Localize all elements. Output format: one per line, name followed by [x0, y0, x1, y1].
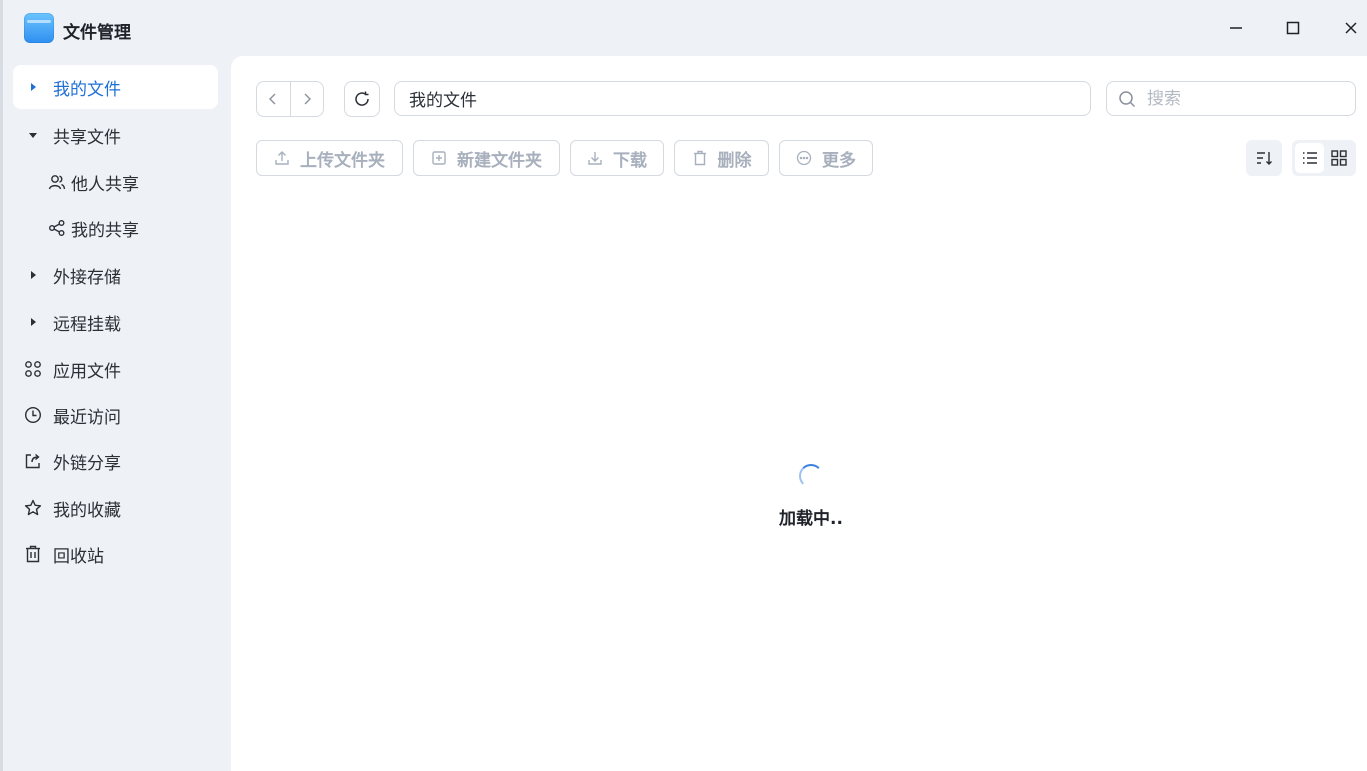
delete-label: 删除: [717, 150, 752, 171]
minimize-icon: [1230, 27, 1242, 29]
sidebar-item-app-files[interactable]: 应用文件: [13, 347, 218, 391]
refresh-button[interactable]: [344, 81, 380, 117]
delete-button[interactable]: 删除: [674, 140, 769, 176]
sidebar-item-favorites[interactable]: 我的收藏: [13, 486, 218, 530]
star-icon: [13, 499, 53, 517]
sidebar-item-external-storage[interactable]: 外接存储: [13, 253, 218, 297]
path-bar[interactable]: 我的文件: [394, 81, 1091, 116]
sidebar-item-my-shares[interactable]: 我的共享: [43, 206, 218, 250]
maximize-button[interactable]: [1279, 14, 1307, 42]
list-icon: [1302, 152, 1317, 164]
sidebar-item-label: 我的文件: [53, 79, 121, 100]
main-panel: 我的文件 上传文件夹 新建文件夹 下载: [231, 56, 1367, 771]
grid-view-button[interactable]: [1324, 143, 1353, 173]
new-folder-button[interactable]: 新建文件夹: [413, 140, 560, 176]
sort-button[interactable]: [1246, 140, 1282, 176]
maximize-icon: [1286, 21, 1300, 35]
caret-down-icon: [13, 130, 53, 140]
sidebar-item-label: 他人共享: [71, 174, 139, 195]
search-box[interactable]: [1106, 81, 1356, 116]
sidebar-item-label: 共享文件: [53, 127, 121, 148]
sidebar-item-trash[interactable]: 回收站: [13, 532, 218, 576]
apps-icon: [13, 360, 53, 378]
clock-icon: [13, 406, 53, 424]
close-button[interactable]: [1337, 14, 1365, 42]
sidebar-item-recent[interactable]: 最近访问: [13, 393, 218, 437]
sidebar-item-label: 我的收藏: [53, 500, 121, 521]
sidebar-item-label: 我的共享: [71, 220, 139, 241]
new-folder-label: 新建文件夹: [457, 150, 542, 171]
share-icon: [43, 219, 71, 237]
file-manager-window: 文件管理 我的文件 共享文件 他人共享 我的共享 外接存储 远程挂载 应用文件 …: [0, 0, 1367, 771]
more-icon: [796, 150, 812, 166]
trash-icon: [13, 545, 53, 563]
sidebar-item-label: 远程挂载: [53, 314, 121, 335]
more-label: 更多: [822, 150, 856, 171]
new-folder-icon: [432, 151, 446, 165]
search-icon: [1107, 90, 1147, 108]
sidebar-item-link-share[interactable]: 外链分享: [13, 439, 218, 483]
external-share-icon: [13, 452, 53, 470]
chevron-left-icon: [269, 93, 276, 105]
back-button[interactable]: [257, 82, 290, 116]
sidebar-item-remote-mount[interactable]: 远程挂载: [13, 300, 218, 344]
upload-folder-label: 上传文件夹: [300, 150, 385, 171]
history-nav: [256, 81, 324, 117]
folder-app-icon: [24, 13, 54, 43]
download-label: 下载: [613, 150, 647, 171]
close-icon: [1345, 22, 1357, 34]
minimize-button[interactable]: [1222, 14, 1250, 42]
download-button[interactable]: 下载: [570, 140, 664, 176]
sidebar-item-label: 回收站: [53, 546, 104, 567]
sidebar-item-label: 外链分享: [53, 453, 121, 474]
more-button[interactable]: 更多: [779, 140, 873, 176]
sidebar-item-shared-with-me[interactable]: 他人共享: [43, 160, 218, 204]
sidebar-item-label: 外接存储: [53, 267, 121, 288]
sidebar-item-label: 最近访问: [53, 407, 121, 428]
loading-text: 加载中..: [779, 509, 843, 529]
grid-icon: [1330, 150, 1347, 166]
view-mode-toggle: [1292, 140, 1356, 176]
search-input[interactable]: [1147, 88, 1337, 109]
app-title: 文件管理: [63, 23, 131, 43]
sidebar-item-shared-files[interactable]: 共享文件: [13, 113, 218, 157]
sidebar-item-my-files[interactable]: 我的文件: [13, 65, 218, 109]
upload-icon: [275, 151, 289, 165]
chevron-right-icon: [304, 93, 311, 105]
spinner-icon: [799, 464, 823, 488]
caret-right-icon: [13, 270, 53, 280]
refresh-icon: [355, 91, 369, 106]
title-bar: 文件管理: [3, 0, 1367, 56]
sort-icon: [1257, 152, 1272, 165]
trash-icon: [693, 150, 706, 166]
caret-right-icon: [13, 82, 53, 92]
forward-button[interactable]: [289, 82, 323, 116]
caret-right-icon: [13, 317, 53, 327]
sidebar: 我的文件 共享文件 他人共享 我的共享 外接存储 远程挂载 应用文件 最近访问 …: [3, 56, 231, 771]
sidebar-item-label: 应用文件: [53, 361, 121, 382]
users-icon: [43, 173, 71, 191]
loading-indicator: 加载中..: [761, 464, 861, 529]
upload-folder-button[interactable]: 上传文件夹: [256, 140, 403, 176]
download-icon: [588, 152, 602, 165]
list-view-button[interactable]: [1295, 143, 1324, 173]
